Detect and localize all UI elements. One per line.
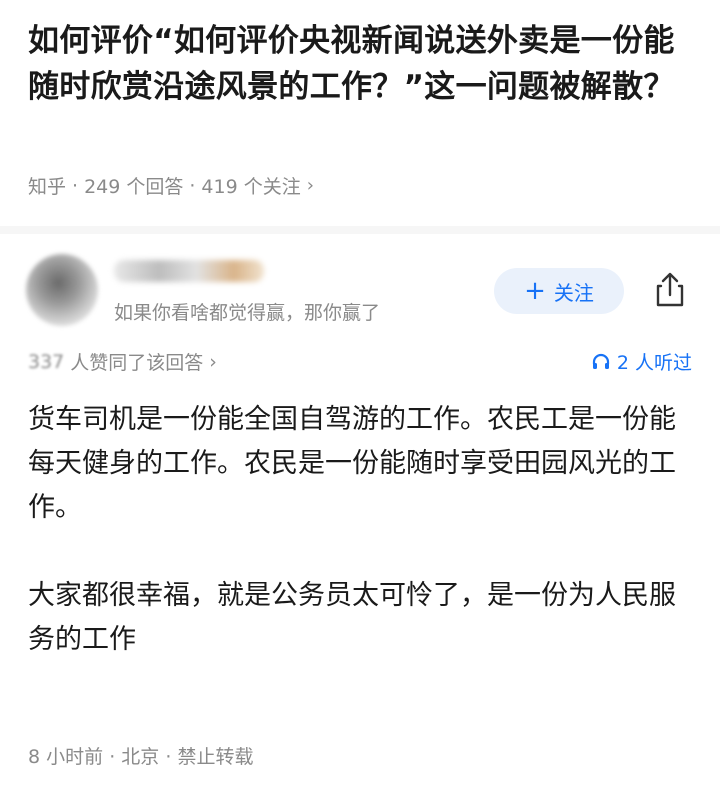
meta-separator: ·	[72, 174, 79, 197]
section-divider	[0, 226, 720, 234]
likes-summary[interactable]: 337 人赞同了该回答 ›	[28, 348, 217, 375]
headphones-icon	[592, 353, 609, 369]
author-row: 如果你看啥都觉得赢，那你赢了 + 关注	[22, 248, 698, 338]
chevron-right-icon: ›	[209, 350, 217, 373]
plus-icon: +	[524, 276, 546, 306]
footer-separator: ·	[109, 746, 116, 768]
question-title[interactable]: 如何评价“如何评价央视新闻说送外卖是一份能随时欣赏沿途风景的工作？”这一问题被解…	[28, 18, 692, 110]
question-meta[interactable]: 知乎 · 249 个回答 · 419 个关注 ›	[28, 172, 314, 199]
answer-stats: 337 人赞同了该回答 › 2 人听过	[28, 348, 692, 376]
source-label: 知乎	[28, 176, 67, 198]
avatar[interactable]	[26, 254, 98, 326]
footer-separator: ·	[165, 746, 172, 768]
answer-body: 货车司机是一份能全国自驾游的工作。农民工是一份能每天健身的工作。农民是一份能随时…	[28, 398, 692, 662]
follower-count: 419 个关注	[201, 176, 301, 198]
follow-button[interactable]: + 关注	[494, 268, 624, 314]
answer-paragraph: 货车司机是一份能全国自驾游的工作。农民工是一份能每天健身的工作。农民是一份能随时…	[28, 404, 676, 523]
zhihu-answer-page: 如何评价“如何评价央视新闻说送外卖是一份能随时欣赏沿途风景的工作？”这一问题被解…	[0, 0, 720, 800]
listen-text: 2 人听过	[616, 352, 692, 374]
post-time: 8 小时前	[28, 746, 104, 768]
post-location: 北京	[121, 746, 160, 768]
author-name-blurred[interactable]	[114, 260, 264, 282]
listen-count[interactable]: 2 人听过	[591, 348, 692, 375]
answer-paragraph: 大家都很幸福，就是公务员太可怜了，是一份为人民服务的工作	[28, 580, 676, 655]
share-icon[interactable]	[650, 270, 690, 310]
follow-label: 关注	[553, 280, 594, 305]
chevron-right-icon: ›	[306, 175, 314, 196]
copyright-notice: 禁止转载	[177, 746, 254, 768]
answer-footer: 8 小时前 · 北京 · 禁止转载	[28, 742, 253, 769]
likes-text: 人赞同了该回答	[70, 352, 204, 374]
meta-separator: ·	[189, 174, 196, 197]
answer-count: 249 个回答	[84, 176, 184, 198]
author-signature: 如果你看啥都觉得赢，那你赢了	[114, 302, 381, 324]
likes-number: 337	[28, 350, 65, 373]
